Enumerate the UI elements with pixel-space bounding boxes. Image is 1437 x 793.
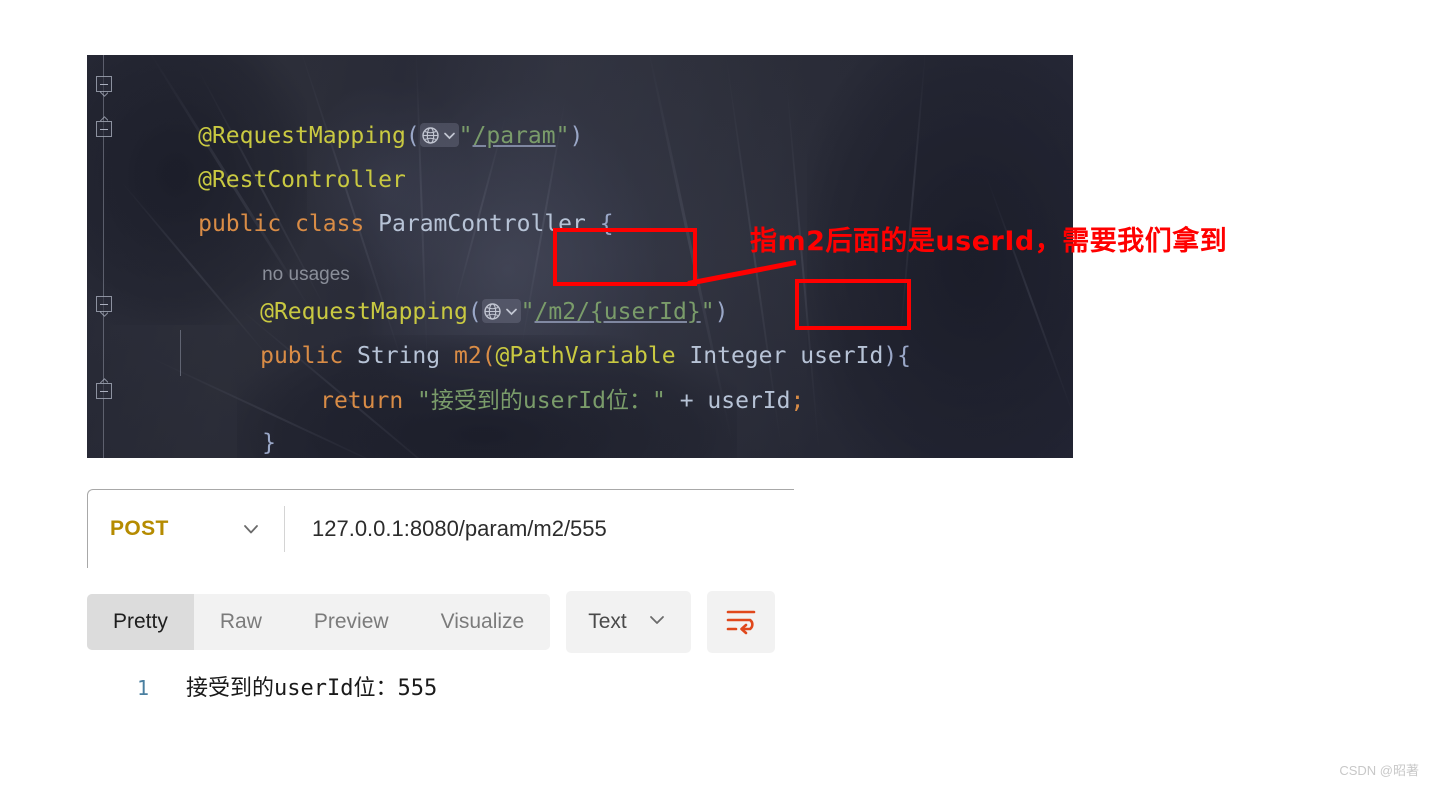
code-token-semicolon: ; (790, 388, 805, 414)
wrap-lines-button[interactable] (706, 591, 775, 653)
code-token-quote: " (458, 123, 473, 149)
web-endpoint-gutter-badge[interactable] (419, 122, 459, 147)
response-format-select[interactable]: Text (566, 591, 691, 653)
request-url-bar: POST 127.0.0.1:8080/param/m2/555 (87, 489, 794, 568)
wrap-lines-icon (724, 605, 758, 640)
code-token-quote: " (555, 123, 570, 149)
tab-visualize[interactable]: Visualize (414, 594, 551, 650)
response-line-number: 1 (136, 676, 149, 700)
response-format-label: Text (588, 610, 627, 633)
code-text-layer: @RequestMapping("/param") @RestControlle… (87, 55, 911, 458)
code-token-path[interactable]: /param (473, 123, 556, 149)
tab-raw[interactable]: Raw (193, 594, 288, 650)
code-token-tail: ){ (883, 343, 912, 369)
response-body-viewer: 1 接受到的userId位：555 (87, 670, 437, 702)
chevron-down-icon (443, 132, 455, 139)
response-view-tabs: Pretty Raw Preview Visualize (87, 594, 551, 650)
annotation-box-method-param (795, 279, 911, 330)
csdn-watermark: CSDN @昭著 (1339, 763, 1419, 778)
code-token-var-userid: userId (707, 388, 791, 414)
http-method-select[interactable]: POST (88, 490, 284, 568)
tab-pretty[interactable]: Pretty (87, 594, 194, 650)
code-line-7: return "接受到的userId位：" + userId; (237, 335, 804, 458)
code-token-keyword-return: return (320, 388, 404, 414)
code-token-string-literal: "接受到的userId位：" (417, 388, 666, 414)
tab-preview[interactable]: Preview (287, 594, 415, 650)
code-token-paren: ( (405, 123, 420, 149)
code-line-9: } (115, 421, 212, 458)
globe-icon (421, 126, 439, 144)
annotation-box-path-variable (553, 228, 697, 286)
chevron-down-icon (238, 516, 264, 542)
http-method-label: POST (110, 517, 169, 540)
request-url-input[interactable]: 127.0.0.1:8080/param/m2/555 (285, 516, 607, 542)
code-token-paren: ) (569, 123, 584, 149)
response-toolbar: Pretty Raw Preview Visualize Text (87, 591, 775, 653)
code-token-plus: + (679, 388, 694, 414)
code-token-brace: } (262, 430, 276, 456)
annotation-note-text: 指m2后面的是userId，需要我们拿到 (750, 226, 1228, 257)
chevron-down-icon (645, 608, 669, 637)
response-body-text: 接受到的userId位：555 (186, 676, 438, 701)
code-token-param-userid: userId (800, 343, 884, 369)
